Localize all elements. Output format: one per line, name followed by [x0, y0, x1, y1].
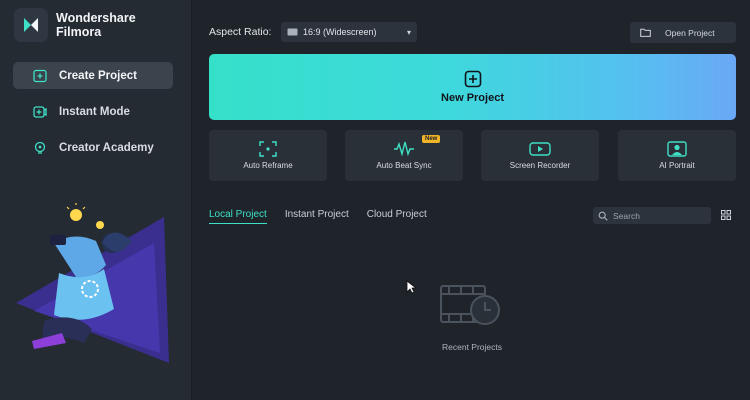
- main-panel: Aspect Ratio: 16:9 (Widescreen) ▾ Open P…: [192, 0, 750, 400]
- ai-portrait-tile[interactable]: AI Portrait: [618, 130, 736, 181]
- widescreen-icon: [287, 28, 298, 36]
- tool-tiles: Auto Reframe New Auto Beat Sync Screen R…: [209, 130, 736, 181]
- empty-projects-icon: [440, 285, 500, 325]
- ai-portrait-icon: [667, 141, 687, 157]
- mouse-cursor-icon: [406, 280, 416, 294]
- aspect-ratio-select[interactable]: 16:9 (Widescreen) ▾: [281, 22, 417, 42]
- open-project-label: Open Project: [665, 27, 715, 38]
- grid-view-icon[interactable]: [721, 210, 731, 220]
- tool-label: Auto Reframe: [243, 161, 293, 170]
- folder-icon: [640, 28, 651, 37]
- sidebar-item-label: Create Project: [59, 69, 137, 82]
- tab-instant-project[interactable]: Instant Project: [285, 209, 349, 224]
- creator-illustration: [16, 203, 169, 363]
- tool-label: Auto Beat Sync: [376, 161, 432, 170]
- tab-local-project[interactable]: Local Project: [209, 209, 267, 224]
- auto-reframe-icon: [259, 141, 277, 157]
- new-project-label: New Project: [441, 92, 504, 104]
- brand: Wondershare Filmora: [14, 8, 136, 42]
- screen-recorder-tile[interactable]: Screen Recorder: [481, 130, 599, 181]
- auto-reframe-tile[interactable]: Auto Reframe: [209, 130, 327, 181]
- empty-state-label: Recent Projects: [442, 342, 502, 352]
- sidebar-nav: Create Project Instant Mode Creator Acad…: [13, 62, 173, 170]
- brand-line-2: Filmora: [56, 25, 102, 39]
- tool-label: Screen Recorder: [509, 161, 571, 170]
- brand-name: Wondershare Filmora: [56, 11, 136, 39]
- open-project-button[interactable]: Open Project: [630, 22, 736, 43]
- search-icon: [598, 211, 608, 221]
- instant-mode-icon: [33, 105, 47, 118]
- create-project-icon: [33, 69, 47, 82]
- sidebar-item-create-project[interactable]: Create Project: [13, 62, 173, 89]
- new-project-button[interactable]: New Project: [209, 54, 736, 120]
- brand-line-1: Wondershare: [56, 11, 136, 25]
- filmora-logo-icon: [14, 8, 48, 42]
- aspect-ratio-label: Aspect Ratio:: [209, 26, 272, 38]
- beat-sync-icon: [394, 141, 414, 157]
- new-badge: New: [422, 135, 441, 143]
- creator-academy-icon: [34, 141, 46, 154]
- sidebar-item-label: Creator Academy: [59, 141, 154, 154]
- project-tabs: Local Project Instant Project Cloud Proj…: [209, 209, 427, 224]
- sidebar-item-instant-mode[interactable]: Instant Mode: [13, 98, 173, 125]
- search-input[interactable]: [613, 210, 703, 221]
- aspect-ratio-value: 16:9 (Widescreen): [303, 27, 377, 37]
- screen-recorder-icon: [529, 142, 551, 156]
- auto-beat-sync-tile[interactable]: New Auto Beat Sync: [345, 130, 463, 181]
- tool-label: AI Portrait: [659, 161, 695, 170]
- add-project-icon: [464, 70, 481, 88]
- search-box: [593, 207, 711, 224]
- sidebar-item-creator-academy[interactable]: Creator Academy: [13, 134, 173, 161]
- chevron-down-icon: ▾: [406, 27, 411, 37]
- sidebar: Wondershare Filmora Create Project Insta…: [0, 0, 192, 400]
- tab-cloud-project[interactable]: Cloud Project: [367, 209, 427, 224]
- sidebar-item-label: Instant Mode: [59, 105, 130, 118]
